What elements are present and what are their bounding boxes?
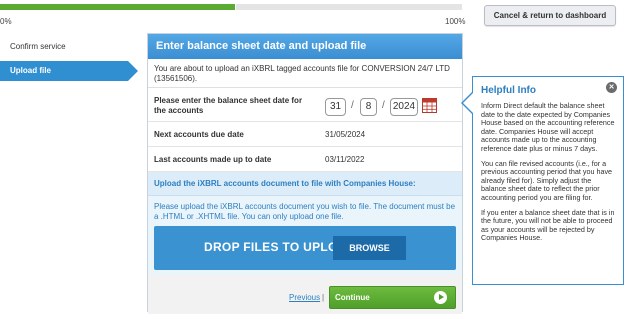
next-due-row: Next accounts due date 31/05/2024 xyxy=(148,122,462,147)
progress-end-label: 100% xyxy=(445,17,466,26)
helpful-info-paragraph: If you enter a balance sheet date that i… xyxy=(481,207,615,243)
date-month-input[interactable]: 8 xyxy=(360,98,377,116)
helpful-info-paragraph: You can file revised accounts (i.e., for… xyxy=(481,158,613,202)
previous-link[interactable]: Previous xyxy=(289,293,320,302)
upload-section-title: Upload the iXBRL accounts document to fi… xyxy=(148,172,462,196)
panel-title: Enter balance sheet date and upload file xyxy=(148,34,462,59)
step-upload-file[interactable]: Upload file xyxy=(0,61,138,81)
footer-separator: | xyxy=(322,293,325,302)
file-drop-zone[interactable]: DROP FILES TO UPLOAD BROWSE xyxy=(154,226,456,270)
cancel-return-dashboard-button[interactable]: Cancel & return to dashboard xyxy=(484,5,616,26)
next-due-label: Next accounts due date xyxy=(154,130,244,139)
arrow-right-icon xyxy=(434,291,447,304)
intro-text: You are about to upload an iXBRL tagged … xyxy=(148,59,462,88)
panel-footer: Previous | Continue xyxy=(148,275,462,314)
date-year-input[interactable]: 2024 xyxy=(390,98,418,116)
last-made-up-row: Last accounts made up to date 03/11/2022 xyxy=(148,147,462,172)
close-icon[interactable]: ✕ xyxy=(606,82,617,93)
last-made-up-value: 03/11/2022 xyxy=(325,155,365,164)
last-made-up-label: Last accounts made up to date xyxy=(154,155,272,164)
date-separator: / xyxy=(382,100,385,111)
progress-start-label: 0% xyxy=(0,17,12,26)
date-day-input[interactable]: 31 xyxy=(325,98,346,116)
date-separator: / xyxy=(351,100,354,111)
step-confirm-service[interactable]: Confirm service xyxy=(0,37,148,56)
continue-label: Continue xyxy=(335,293,370,302)
progress-bar xyxy=(0,4,462,10)
next-due-value: 31/05/2024 xyxy=(325,130,366,139)
upload-area: Please upload the iXBRL accounts documen… xyxy=(148,196,462,275)
continue-button[interactable]: Continue xyxy=(329,286,456,309)
calendar-icon[interactable] xyxy=(422,97,437,113)
balance-sheet-date-row: Please enter the balance sheet date for … xyxy=(148,88,462,122)
steps-sidebar: Confirm service Upload file xyxy=(0,37,148,81)
callout-pointer-inner xyxy=(463,92,474,114)
progress-divider xyxy=(235,4,236,10)
progress-fill xyxy=(0,4,236,10)
helpful-info-panel: ✕ Helpful Info Inform Direct default the… xyxy=(461,76,624,285)
browse-button[interactable]: BROWSE xyxy=(333,236,406,260)
balance-sheet-date-label: Please enter the balance sheet date for … xyxy=(154,96,303,115)
helpful-info-paragraph: Inform Direct default the balance sheet … xyxy=(481,101,615,153)
upload-panel: Enter balance sheet date and upload file… xyxy=(147,33,463,314)
helpful-info-title: Helpful Info xyxy=(481,85,536,96)
upload-instructions: Please upload the iXBRL accounts documen… xyxy=(154,202,456,221)
